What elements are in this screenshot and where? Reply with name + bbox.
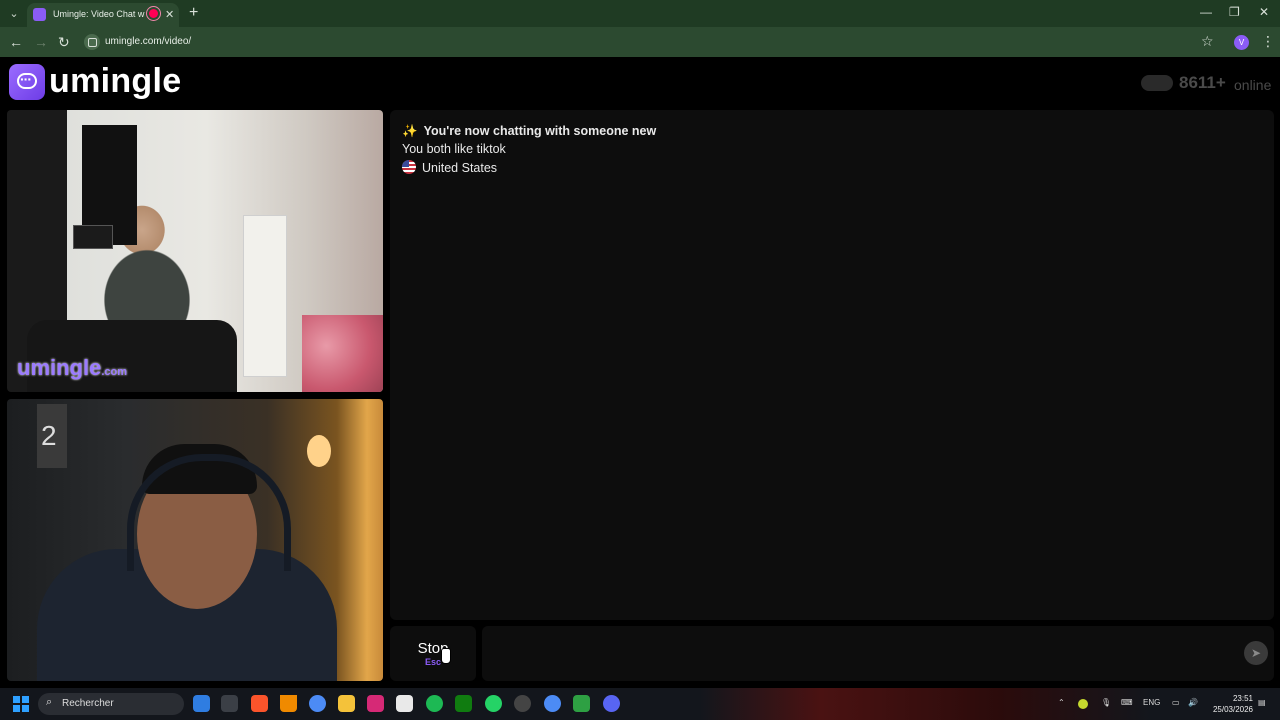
video-watermark: umingle.com: [17, 355, 127, 381]
notifications-icon[interactable]: ▤: [1258, 698, 1266, 707]
chat-message-text: You both like tiktok: [402, 142, 506, 156]
message-input[interactable]: [482, 626, 1274, 681]
chat-message: ✨ You're now chatting with someone new: [402, 124, 656, 139]
chat-message-text: United States: [422, 161, 498, 175]
sparkles-icon: ✨: [402, 124, 418, 138]
site-info-icon[interactable]: [84, 34, 100, 50]
chat-message: United States: [402, 160, 497, 175]
self-video: 2: [7, 399, 383, 681]
minimize-icon[interactable]: —: [1200, 5, 1212, 19]
stop-button[interactable]: Stop Esc: [390, 626, 476, 681]
online-count: 8611+: [1179, 73, 1226, 92]
online-toggle[interactable]: [1141, 75, 1173, 91]
send-icon[interactable]: ➤: [1244, 641, 1268, 665]
tab-search-icon[interactable]: ⌄: [6, 6, 22, 22]
stranger-video: umingle.com: [7, 110, 383, 392]
umingle-logo-icon[interactable]: [9, 64, 45, 100]
chrome-profile-icon[interactable]: [544, 695, 561, 712]
vlc-icon[interactable]: [280, 695, 297, 712]
browser-tab[interactable]: Umingle: Video Chat with S ✕: [27, 3, 179, 27]
steam-icon[interactable]: [514, 695, 531, 712]
url-field[interactable]: umingle.com/video/: [105, 36, 191, 47]
bed: [302, 315, 383, 392]
us-flag-icon: [402, 160, 416, 174]
language-indicator[interactable]: ENG: [1143, 698, 1160, 707]
online-label: online: [1234, 77, 1272, 93]
browser-tab-bar: ⌄ Umingle: Video Chat with S ✕ + — ❐ ✕: [0, 0, 1280, 27]
browser-menu-icon[interactable]: ⋮: [1261, 33, 1275, 50]
close-tab-icon[interactable]: ✕: [165, 8, 174, 21]
xbox-icon[interactable]: [455, 695, 472, 712]
tab-title: Umingle: Video Chat with S: [53, 9, 145, 19]
discord-icon[interactable]: [603, 695, 620, 712]
volume-icon[interactable]: 🔊: [1188, 698, 1198, 707]
clock-time: 23:51: [1232, 694, 1253, 703]
tray-overflow-icon[interactable]: ⌃: [1058, 698, 1065, 707]
defender-icon[interactable]: [193, 695, 210, 712]
close-window-icon[interactable]: ✕: [1259, 5, 1269, 19]
chrome-icon[interactable]: [309, 695, 326, 712]
task-view-icon[interactable]: [221, 695, 238, 712]
forward-icon[interactable]: →: [34, 34, 48, 50]
store-icon[interactable]: [396, 695, 413, 712]
brave-icon[interactable]: [251, 695, 268, 712]
umingle-favicon-icon: [33, 8, 46, 21]
keyboard-icon[interactable]: ⌨: [1121, 698, 1133, 707]
recording-indicator-icon: [149, 9, 158, 18]
media-player-icon[interactable]: [573, 695, 590, 712]
profile-avatar[interactable]: V: [1234, 35, 1249, 50]
stop-label: Stop: [417, 640, 449, 657]
windows-start-icon[interactable]: [13, 696, 29, 712]
new-tab-button[interactable]: +: [189, 4, 198, 22]
search-icon: ⌕: [46, 696, 53, 708]
taskbar-search[interactable]: ⌕ Rechercher: [38, 693, 184, 715]
watermark-suffix: .com: [101, 366, 128, 378]
network-icon[interactable]: ▭: [1172, 698, 1180, 707]
chat-message-text: You're now chatting with someone new: [423, 124, 657, 138]
oasis-poster: [73, 225, 113, 249]
chat-log: ✨ You're now chatting with someone new Yo…: [390, 110, 1274, 620]
room-door: [243, 215, 287, 377]
windows-taskbar: ⌕ Rechercher ⌃ 🎙 ⌨ ENG ▭ 🔊 23:51 25/03/2…: [0, 688, 1280, 720]
lamp: [307, 435, 331, 467]
chat-message: You both like tiktok: [402, 142, 506, 156]
instagram-icon[interactable]: [367, 695, 384, 712]
watermark-main: umingle: [17, 355, 102, 380]
file-explorer-icon[interactable]: [338, 695, 355, 712]
restore-icon[interactable]: ❐: [1229, 5, 1240, 19]
clock-date: 25/03/2026: [1212, 705, 1253, 714]
wall-poster: 2: [37, 404, 67, 468]
mouse-cursor-icon: [441, 648, 451, 664]
stop-shortcut-hint: Esc: [424, 657, 441, 667]
whatsapp-icon[interactable]: [485, 695, 502, 712]
site-logo-text[interactable]: umingle: [49, 62, 181, 101]
address-bar-row: ← → ↻ umingle.com/video/ ☆ V ⋮: [0, 27, 1280, 57]
tray-app-icon[interactable]: [1078, 699, 1088, 709]
back-icon[interactable]: ←: [9, 34, 23, 50]
taskbar-clock[interactable]: 23:51 25/03/2026: [1205, 693, 1253, 715]
microphone-icon[interactable]: 🎙: [1101, 698, 1111, 707]
spotify-icon[interactable]: [426, 695, 443, 712]
reload-icon[interactable]: ↻: [58, 34, 70, 51]
bookmark-star-icon[interactable]: ☆: [1201, 33, 1214, 50]
taskbar-search-placeholder: Rechercher: [62, 698, 114, 709]
